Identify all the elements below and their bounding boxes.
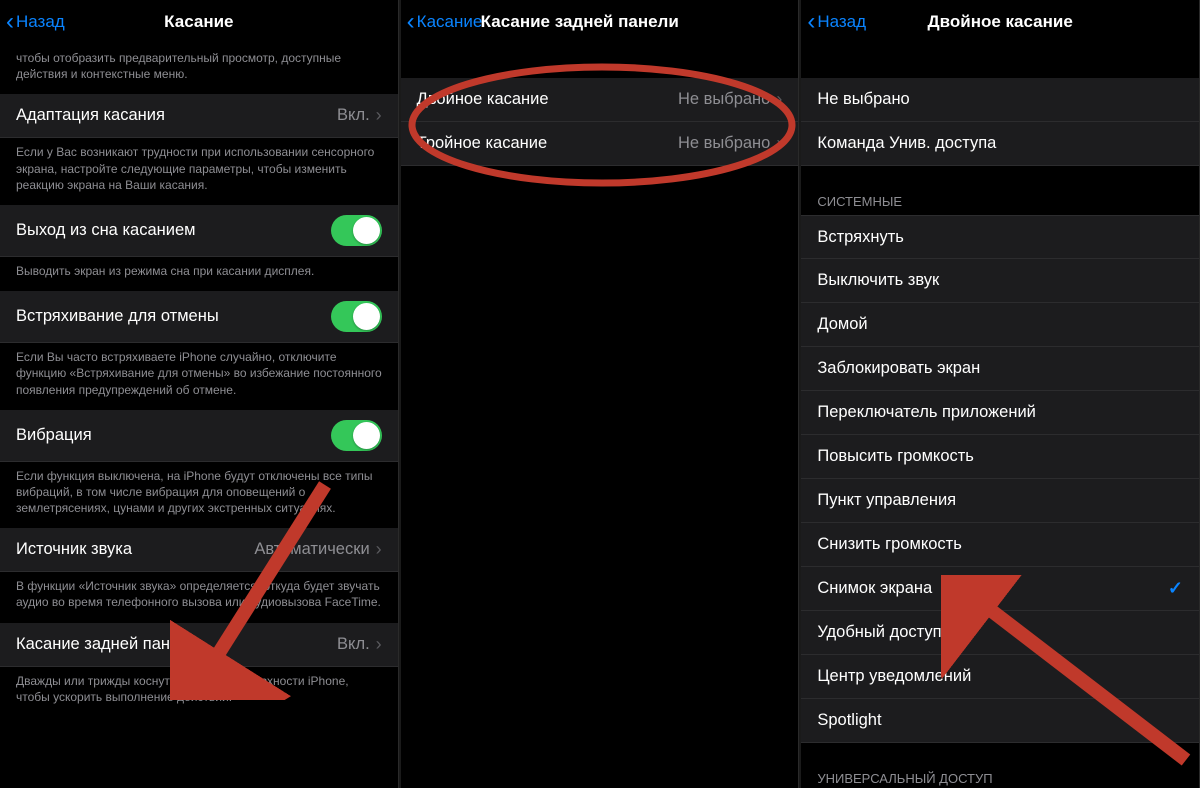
chevron-right-icon: ›	[376, 105, 382, 126]
row-detail: Не выбрано	[678, 134, 770, 153]
option-none[interactable]: Не выбрано	[801, 78, 1199, 122]
row-label: Выключить звук	[817, 271, 1183, 290]
checkmark-icon: ✓	[1168, 578, 1183, 599]
system-option[interactable]: Выключить звук	[801, 259, 1199, 303]
system-option[interactable]: Снизить громкость	[801, 523, 1199, 567]
row-label: Команда Унив. доступа	[817, 134, 1183, 153]
system-option[interactable]: Снимок экрана✓	[801, 567, 1199, 611]
system-option[interactable]: Встряхнуть	[801, 215, 1199, 259]
system-option[interactable]: Удобный доступ	[801, 611, 1199, 655]
back-label: Назад	[16, 12, 65, 32]
row-label: Встряхивание для отмены	[16, 307, 331, 326]
nav-bar: ‹ Назад Касание	[0, 0, 398, 44]
content-scroll[interactable]: чтобы отобразить предварительный просмот…	[0, 44, 398, 788]
row-label: Касание задней панели	[16, 635, 337, 654]
back-tap-footer: Дважды или трижды коснуться задней повер…	[0, 667, 398, 717]
intro-footer: чтобы отобразить предварительный просмот…	[0, 44, 398, 94]
chevron-left-icon: ‹	[6, 10, 14, 34]
row-label: Заблокировать экран	[817, 359, 1183, 378]
back-button[interactable]: ‹ Касание	[407, 10, 483, 34]
row-label: Удобный доступ	[817, 623, 1183, 642]
section-header-accessibility: УНИВЕРСАЛЬНЫЙ ДОСТУП	[801, 765, 1199, 788]
row-label: Источник звука	[16, 540, 254, 559]
row-detail: Вкл.	[337, 106, 370, 125]
chevron-right-icon: ›	[376, 634, 382, 655]
row-label: Повысить громкость	[817, 447, 1183, 466]
back-button[interactable]: ‹ Назад	[6, 10, 65, 34]
system-option[interactable]: Повысить громкость	[801, 435, 1199, 479]
system-option[interactable]: Пункт управления	[801, 479, 1199, 523]
system-option[interactable]: Spotlight	[801, 699, 1199, 743]
back-tap-row[interactable]: Касание задней панели Вкл. ›	[0, 623, 398, 667]
content-scroll[interactable]: Не выбрано Команда Унив. доступа СИСТЕМН…	[801, 44, 1199, 788]
vibration-footer: Если функция выключена, на iPhone будут …	[0, 462, 398, 529]
system-option[interactable]: Домой	[801, 303, 1199, 347]
chevron-left-icon: ‹	[807, 10, 815, 34]
chevron-right-icon: ›	[776, 89, 782, 110]
system-options-list: Встряхнуть Выключить звук Домой Заблокирова…	[801, 215, 1199, 743]
chevron-right-icon: ›	[376, 539, 382, 560]
triple-tap-row[interactable]: Тройное касание Не выбрано ›	[401, 122, 799, 166]
option-accessibility-shortcut[interactable]: Команда Унив. доступа	[801, 122, 1199, 166]
tap-to-wake-row[interactable]: Выход из сна касанием	[0, 205, 398, 257]
pane-back-tap: ‹ Касание Касание задней панели Двойное …	[401, 0, 800, 788]
row-detail: Не выбрано	[678, 90, 770, 109]
nav-bar: ‹ Касание Касание задней панели	[401, 0, 799, 44]
chevron-right-icon: ›	[776, 133, 782, 154]
back-label: Назад	[817, 12, 866, 32]
touch-accommodation-row[interactable]: Адаптация касания Вкл. ›	[0, 94, 398, 138]
row-label: Адаптация касания	[16, 106, 337, 125]
back-button[interactable]: ‹ Назад	[807, 10, 866, 34]
row-label: Пункт управления	[817, 491, 1183, 510]
content-scroll[interactable]: Двойное касание Не выбрано › Тройное кас…	[401, 44, 799, 788]
row-label: Снизить громкость	[817, 535, 1183, 554]
chevron-left-icon: ‹	[407, 10, 415, 34]
toggle-on-icon[interactable]	[331, 215, 382, 246]
nav-bar: ‹ Назад Двойное касание	[801, 0, 1199, 44]
page-title: Касание задней панели	[481, 12, 799, 32]
shake-to-undo-footer: Если Вы часто встряхиваете iPhone случай…	[0, 343, 398, 410]
pane-touch: ‹ Назад Касание чтобы отобразить предвар…	[0, 0, 399, 788]
row-label: Вибрация	[16, 426, 331, 445]
system-option[interactable]: Центр уведомлений	[801, 655, 1199, 699]
back-label: Касание	[417, 12, 483, 32]
row-label: Снимок экрана	[817, 579, 1168, 598]
row-detail: Вкл.	[337, 635, 370, 654]
row-label: Переключатель приложений	[817, 403, 1183, 422]
row-label: Двойное касание	[417, 90, 678, 109]
audio-routing-footer: В функции «Источник звука» определяется,…	[0, 572, 398, 622]
row-label: Выход из сна касанием	[16, 221, 331, 240]
section-header-system: СИСТЕМНЫЕ	[801, 188, 1199, 215]
shake-to-undo-row[interactable]: Встряхивание для отмены	[0, 291, 398, 343]
row-label: Центр уведомлений	[817, 667, 1183, 686]
vibration-row[interactable]: Вибрация	[0, 410, 398, 462]
pane-double-tap: ‹ Назад Двойное касание Не выбрано Коман…	[801, 0, 1200, 788]
touch-accommodation-footer: Если у Вас возникают трудности при испол…	[0, 138, 398, 205]
row-label: Домой	[817, 315, 1183, 334]
row-label: Встряхнуть	[817, 228, 1183, 247]
row-detail: Автоматически	[254, 540, 369, 559]
row-label: Spotlight	[817, 711, 1183, 730]
system-option[interactable]: Заблокировать экран	[801, 347, 1199, 391]
row-label: Не выбрано	[817, 90, 1183, 109]
double-tap-row[interactable]: Двойное касание Не выбрано ›	[401, 78, 799, 122]
toggle-on-icon[interactable]	[331, 301, 382, 332]
audio-routing-row[interactable]: Источник звука Автоматически ›	[0, 528, 398, 572]
system-option[interactable]: Переключатель приложений	[801, 391, 1199, 435]
toggle-on-icon[interactable]	[331, 420, 382, 451]
tap-to-wake-footer: Выводить экран из режима сна при касании…	[0, 257, 398, 291]
row-label: Тройное касание	[417, 134, 678, 153]
